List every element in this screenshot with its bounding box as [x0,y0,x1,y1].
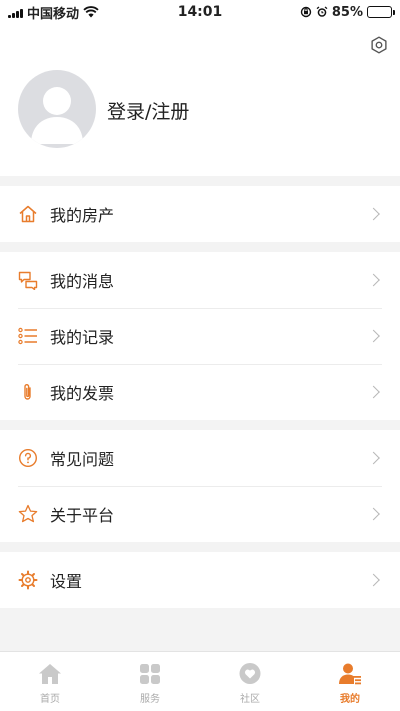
home-icon [38,662,62,686]
property-section: 我的房产 [0,186,400,242]
menu-label: 我的消息 [50,272,115,291]
wifi-icon [83,6,99,18]
tab-label: 我的 [340,694,360,705]
account-section: 我的消息 我的记录 我的发票 [0,252,400,420]
menu-label: 我的房产 [50,206,115,225]
chevron-right-icon [367,273,380,287]
tab-services[interactable]: 服务 [100,652,200,711]
list-icon [18,326,38,346]
community-icon [238,662,262,686]
rotation-lock-icon [300,6,312,18]
menu-item-property[interactable]: 我的房产 [0,186,400,242]
chevron-right-icon [367,329,380,343]
chevron-right-icon [367,385,380,399]
tab-label: 服务 [140,694,160,705]
house-icon [18,204,38,224]
login-register-link[interactable]: 登录/注册 [107,97,189,124]
settings-gear-icon[interactable] [368,34,390,56]
menu-label: 常见问题 [50,450,115,469]
avatar[interactable] [18,70,96,148]
grid-icon [138,662,162,686]
default-avatar-icon [31,87,83,144]
gear-icon [18,570,38,590]
carrier-name: 中国移动 [27,6,80,22]
tab-label: 社区 [240,694,260,705]
menu-label: 关于平台 [50,506,115,525]
tab-community[interactable]: 社区 [200,652,300,711]
battery-percentage: 85% [331,4,363,20]
chevron-right-icon [367,207,380,221]
chevron-right-icon [367,451,380,465]
menu-item-invoices[interactable]: 我的发票 [0,364,400,420]
menu-label: 我的记录 [50,328,115,347]
paperclip-icon [18,382,38,402]
tab-mine[interactable]: 我的 [300,652,400,711]
menu-label: 我的发票 [50,384,115,403]
help-section: 常见问题 关于平台 [0,430,400,542]
tab-home[interactable]: 首页 [0,652,100,711]
menu-item-records[interactable]: 我的记录 [0,308,400,364]
menu-item-messages[interactable]: 我的消息 [0,252,400,308]
menu-item-settings[interactable]: 设置 [0,552,400,608]
tab-label: 首页 [40,694,60,705]
message-bubbles-icon [18,270,38,290]
alarm-icon [316,6,328,17]
chevron-right-icon [367,507,380,521]
menu-label: 设置 [50,572,83,591]
question-circle-icon [18,448,38,468]
bottom-tab-bar: 首页 服务 社区 我的 [0,651,400,711]
menu-item-faq[interactable]: 常见问题 [0,430,400,486]
profile-icon [338,662,362,686]
battery-icon [367,6,395,18]
status-bar: 中国移动 14:01 85% [0,0,400,24]
settings-section: 设置 [0,552,400,608]
star-icon [18,504,38,524]
profile-header: 登录/注册 [0,24,400,176]
chevron-right-icon [367,573,380,587]
cellular-signal-icon [8,7,23,18]
menu-item-about[interactable]: 关于平台 [0,486,400,542]
